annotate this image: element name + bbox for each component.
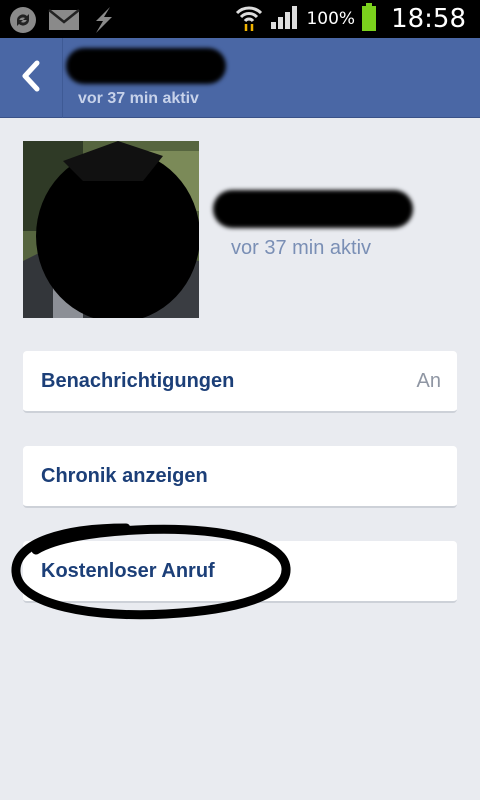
usb-charge-icon [90,6,116,39]
notifications-value: An [416,370,441,392]
profile-photo[interactable] [23,141,199,318]
mail-icon [48,7,80,38]
status-bar: 100% 18:58 [0,0,480,38]
free-call-label: Kostenloser Anruf [41,560,215,582]
redacted-profile-name [213,190,413,228]
sync-icon [8,5,38,40]
profile-activity-status: vor 37 min aktiv [231,237,372,259]
battery-icon [361,2,377,37]
header-activity-status: vor 37 min aktiv [78,90,199,107]
app-header: vor 37 min aktiv [0,38,480,118]
notifications-row[interactable]: Benachrichtigungen An [23,351,457,413]
free-call-row[interactable]: Kostenloser Anruf [23,541,457,603]
back-button[interactable] [0,38,62,118]
view-timeline-label: Chronik anzeigen [41,465,208,487]
view-timeline-row[interactable]: Chronik anzeigen [23,446,457,508]
wifi-icon [234,2,264,37]
clock: 18:58 [391,4,466,34]
header-divider [62,38,63,118]
chevron-left-icon [20,60,42,97]
notifications-label: Benachrichtigungen [41,370,235,392]
signal-icon [270,4,300,35]
battery-percent: 100% [306,9,356,29]
redacted-header-name [66,48,226,84]
